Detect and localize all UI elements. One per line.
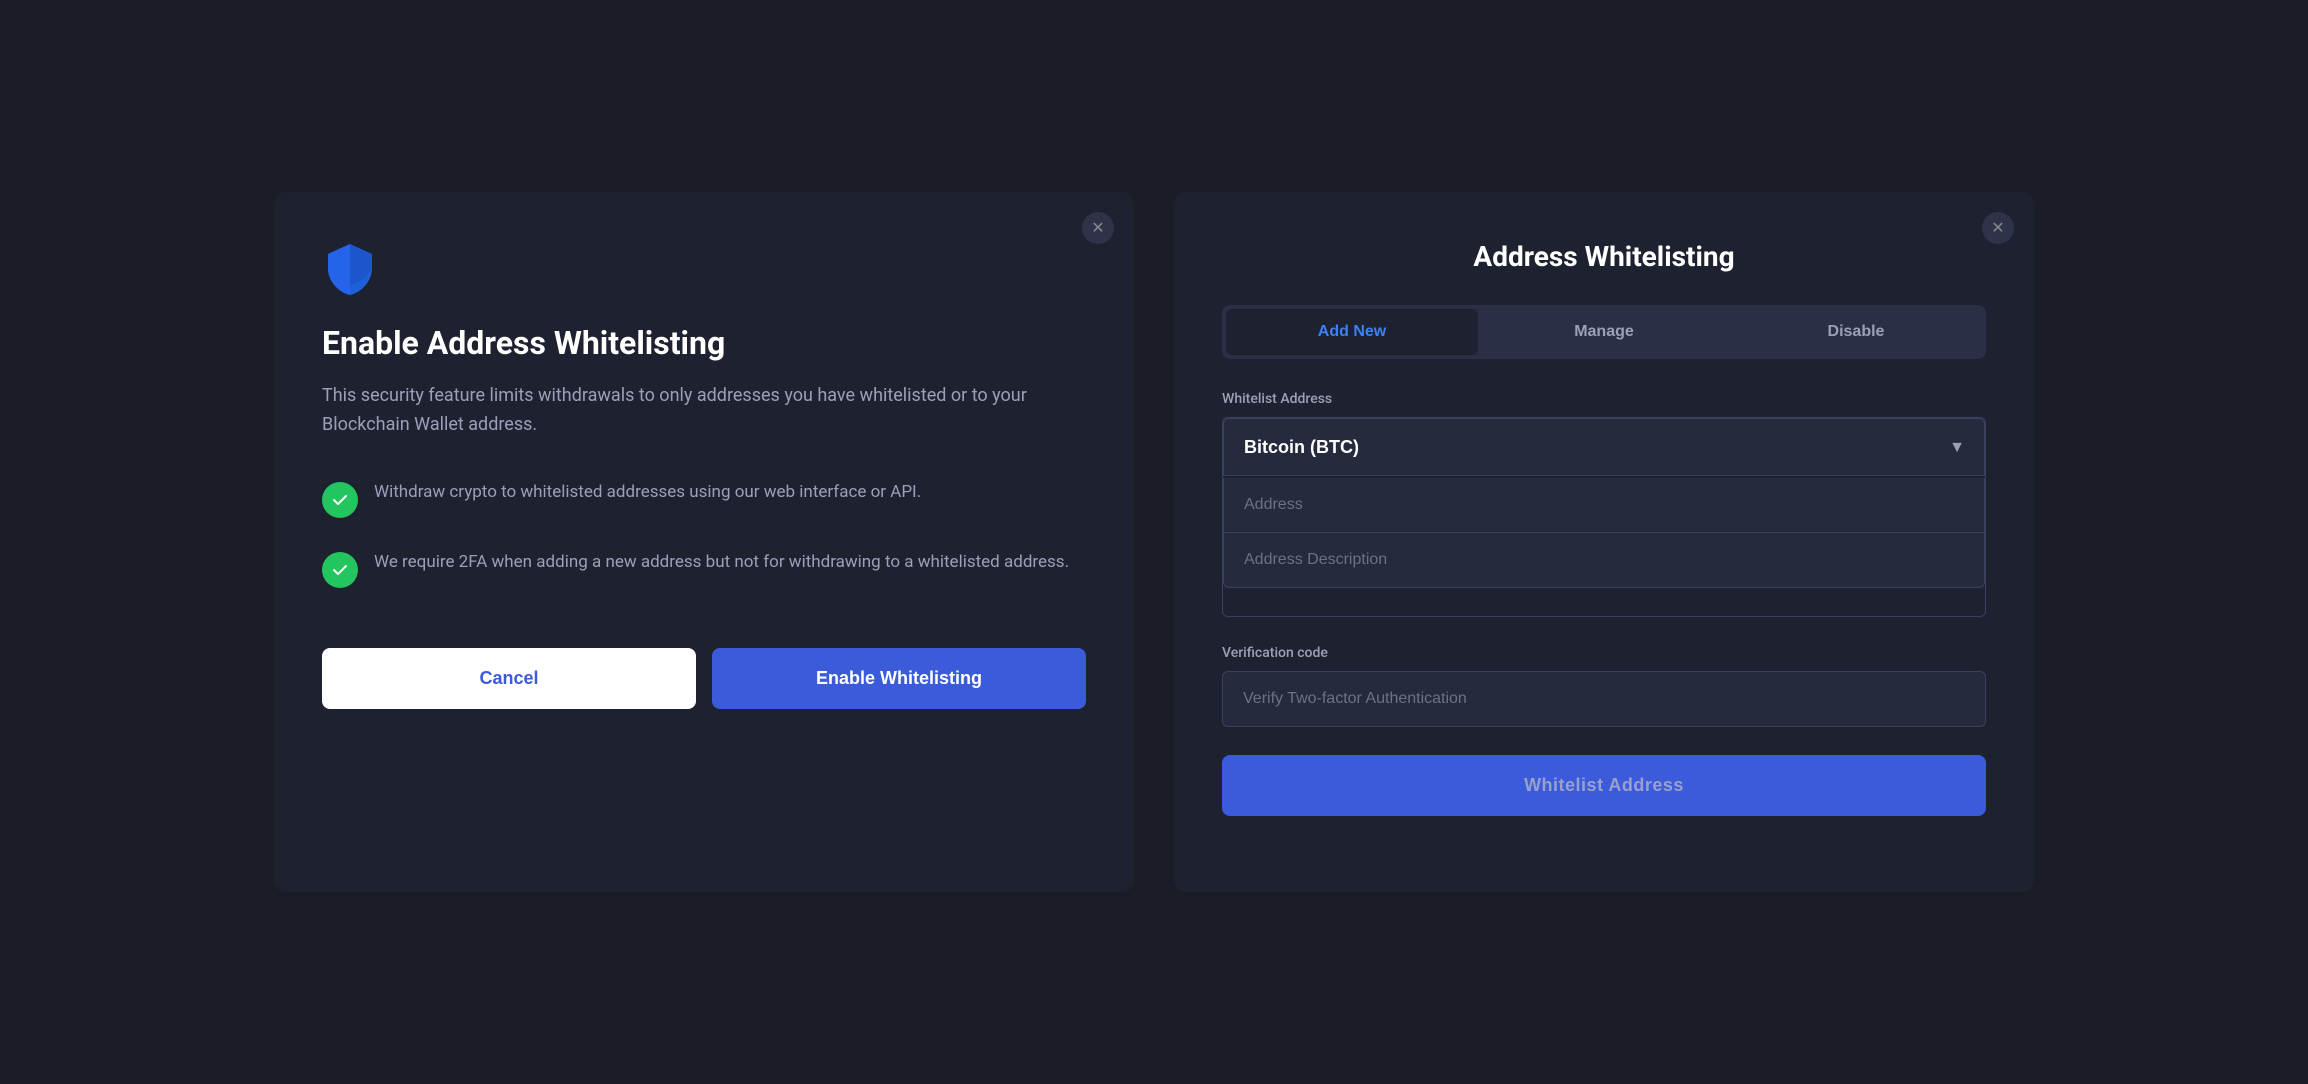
close-button[interactable]: ✕ <box>1982 212 2014 244</box>
panel-title: Enable Address Whitelisting <box>322 324 1086 362</box>
list-item: We require 2FA when adding a new address… <box>322 550 1086 588</box>
feature-text: We require 2FA when adding a new address… <box>374 550 1069 576</box>
tab-manage[interactable]: Manage <box>1478 309 1730 355</box>
list-item: Withdraw crypto to whitelisted addresses… <box>322 480 1086 518</box>
address-whitelisting-panel: ✕ Address Whitelisting Add New Manage Di… <box>1174 192 2034 892</box>
feature-list: Withdraw crypto to whitelisted addresses… <box>322 480 1086 588</box>
verification-label: Verification code <box>1222 645 1986 661</box>
close-icon: ✕ <box>1091 218 1104 238</box>
currency-select-wrap: Bitcoin (BTC) Ethereum (ETH) Litecoin (L… <box>1223 418 1985 476</box>
tab-group: Add New Manage Disable <box>1222 305 1986 359</box>
check-icon <box>322 552 358 588</box>
modal-title: Address Whitelisting <box>1222 240 1986 273</box>
currency-select[interactable]: Bitcoin (BTC) Ethereum (ETH) Litecoin (L… <box>1223 418 1985 476</box>
feature-text: Withdraw crypto to whitelisted addresses… <box>374 480 921 506</box>
enable-whitelisting-panel: ✕ Enable Address Whitelisting This secur… <box>274 192 1134 892</box>
whitelist-address-button[interactable]: Whitelist Address <box>1222 755 1986 816</box>
close-icon: ✕ <box>1991 218 2004 238</box>
verification-input[interactable] <box>1222 671 1986 727</box>
panel-description: This security feature limits withdrawals… <box>322 382 1086 440</box>
button-row: Cancel Enable Whitelisting <box>322 648 1086 709</box>
address-input-group: Bitcoin (BTC) Ethereum (ETH) Litecoin (L… <box>1222 417 1986 617</box>
tab-add-new[interactable]: Add New <box>1226 309 1478 355</box>
screen: ✕ Enable Address Whitelisting This secur… <box>0 0 2308 1084</box>
tab-disable[interactable]: Disable <box>1730 309 1982 355</box>
enable-whitelisting-button[interactable]: Enable Whitelisting <box>712 648 1086 709</box>
address-input[interactable] <box>1223 478 1985 533</box>
check-icon <box>322 482 358 518</box>
shield-icon <box>322 240 1086 300</box>
cancel-button[interactable]: Cancel <box>322 648 696 709</box>
address-description-input[interactable] <box>1223 533 1985 588</box>
whitelist-address-label: Whitelist Address <box>1222 391 1986 407</box>
close-button[interactable]: ✕ <box>1082 212 1114 244</box>
verification-section: Verification code <box>1222 645 1986 727</box>
